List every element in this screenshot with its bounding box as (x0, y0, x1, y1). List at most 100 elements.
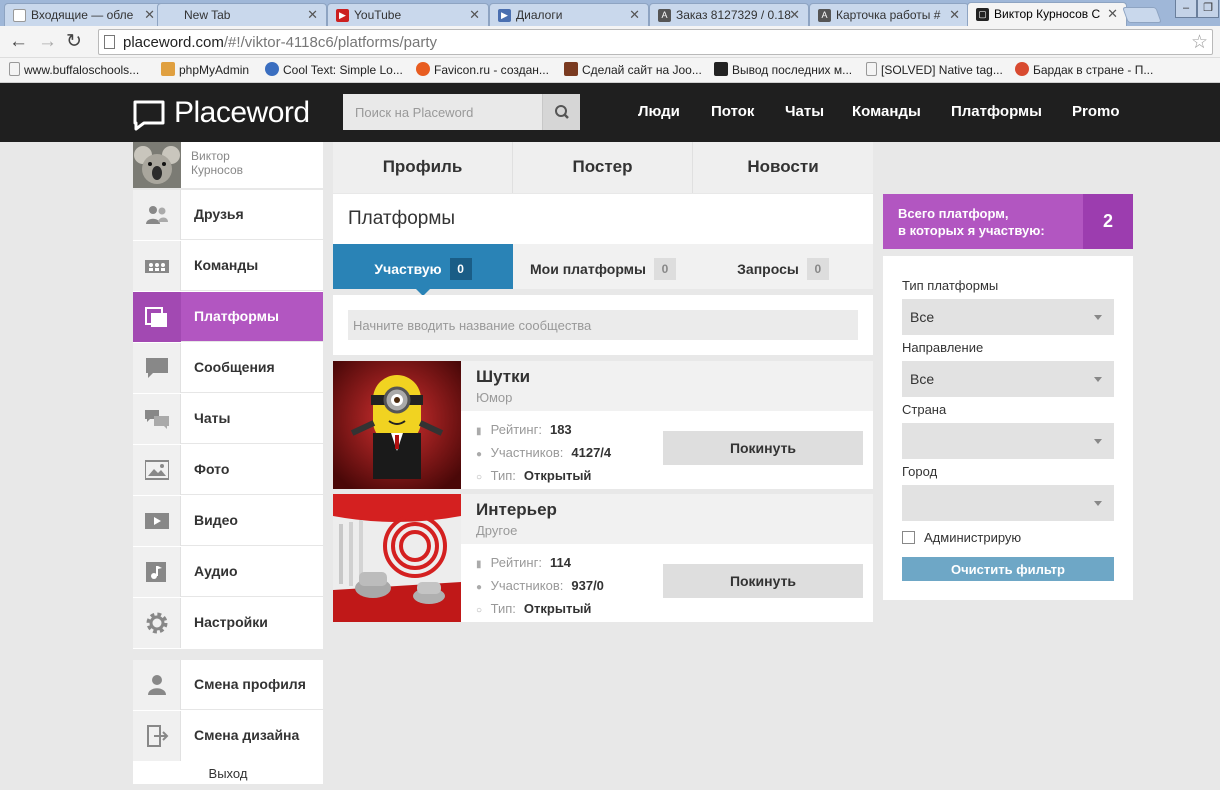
tab-participating[interactable]: Участвую 0 (333, 244, 513, 296)
nav-promo[interactable]: Promo (1072, 103, 1120, 120)
browser-tab-active[interactable]: ▢ Виктор Курносов С ✕ (967, 2, 1127, 26)
tab-my-platforms[interactable]: Мои платформы 0 (513, 244, 693, 289)
minimize-button[interactable]: – (1175, 0, 1197, 18)
close-icon[interactable]: ✕ (307, 7, 318, 23)
new-tab-button[interactable] (1122, 7, 1162, 23)
sidebar-item-friends[interactable]: Друзья (133, 190, 323, 240)
restore-button[interactable]: ❐ (1197, 0, 1219, 18)
rating-label: Рейтинг: (490, 555, 542, 570)
minion-image (333, 361, 461, 489)
sidebar-item-label: Аудио (194, 563, 238, 579)
close-icon[interactable]: ✕ (144, 7, 155, 23)
nav-chats[interactable]: Чаты (785, 103, 824, 120)
admin-checkbox-row[interactable]: Администрирую (902, 530, 1021, 545)
members-label: Участников: (490, 578, 564, 593)
url-path: /#!/viktor-4118c6/platforms/party (223, 34, 438, 51)
site-header: Placeword Люди Поток Чаты Команды Платфо… (0, 83, 1220, 142)
bookmark-item[interactable]: Favicon.ru - создан... (416, 62, 549, 77)
logout-link[interactable]: Выход (133, 762, 323, 784)
joomla-icon (1015, 62, 1029, 76)
browser-tab[interactable]: ▶ YouTube ✕ (327, 3, 489, 26)
platform-name[interactable]: Шутки (476, 367, 530, 387)
browser-tab[interactable]: A Заказ 8127329 / 0.18 ✕ (649, 3, 809, 26)
clear-filter-button[interactable]: Очистить фильтр (902, 557, 1114, 581)
bookmark-star-icon[interactable]: ☆ (1191, 31, 1208, 54)
browser-tab[interactable]: ▶ Диалоги ✕ (489, 3, 649, 26)
tab-title: New Tab (184, 8, 231, 22)
sidebar-item-teams[interactable]: Команды (133, 241, 323, 291)
bookmark-item[interactable]: www.buffaloschools... (9, 62, 139, 77)
tab-requests[interactable]: Запросы 0 (693, 244, 873, 289)
bookmark-item[interactable]: Вывод последних м... (714, 62, 852, 77)
sidebar-item-platforms[interactable]: Платформы (133, 292, 323, 342)
sidebar-item-audio[interactable]: Аудио (133, 547, 323, 597)
city-select[interactable] (902, 485, 1114, 521)
community-search-input[interactable] (348, 310, 858, 340)
bookmark-item[interactable]: Cool Text: Simple Lo... (265, 62, 403, 77)
sidebar-item-chats[interactable]: Чаты (133, 394, 323, 444)
bookmark-item[interactable]: [SOLVED] Native tag... (866, 62, 1003, 77)
close-icon[interactable]: ✕ (949, 7, 960, 23)
bookmark-item[interactable]: Сделай сайт на Joo... (564, 62, 702, 77)
close-icon[interactable]: ✕ (1107, 6, 1118, 22)
page-icon (9, 62, 20, 76)
bookmark-label: phpMyAdmin (179, 63, 250, 77)
browser-tab[interactable]: A Карточка работы # ✕ (809, 3, 969, 26)
platform-thumbnail[interactable] (333, 494, 461, 622)
browser-tab[interactable]: New Tab ✕ (157, 3, 327, 26)
bookmark-label: [SOLVED] Native tag... (881, 63, 1003, 77)
browser-tab[interactable]: Входящие — обле ✕ (4, 3, 164, 26)
platform-rating: ▮ Рейтинг: 183 (476, 422, 572, 437)
avatar[interactable] (133, 142, 181, 188)
sidebar-menu: Друзья Команды Платформы Сообщения Чаты … (133, 190, 323, 649)
platform-card: Шутки Юмор ▮ Рейтинг: 183 ● Участников: 41… (333, 361, 873, 489)
tab-profile[interactable]: Профиль (333, 142, 513, 193)
close-icon[interactable]: ✕ (629, 7, 640, 23)
profile-name[interactable]: Виктор Курносов (191, 149, 311, 177)
nav-platforms[interactable]: Платформы (951, 103, 1042, 120)
url-field[interactable]: placeword.com/#!/viktor-4118c6/platforms… (98, 29, 1213, 55)
chevron-down-icon (1094, 439, 1102, 448)
admin-checkbox[interactable] (902, 531, 915, 544)
tab-news[interactable]: Новости (693, 142, 873, 193)
sidebar-item-messages[interactable]: Сообщения (133, 343, 323, 393)
city-label: Город (902, 464, 938, 479)
platform-name[interactable]: Интерьер (476, 500, 557, 520)
nav-stream[interactable]: Поток (711, 103, 754, 120)
leave-button[interactable]: Покинуть (663, 431, 863, 465)
bookmark-item[interactable]: phpMyAdmin (161, 62, 249, 77)
sidebar-item-photo[interactable]: Фото (133, 445, 323, 495)
profile-header[interactable]: Виктор Курносов (133, 142, 323, 188)
search-button[interactable] (542, 94, 580, 130)
bookmark-label: Сделай сайт на Joo... (582, 63, 702, 77)
platform-type-select[interactable]: Все (902, 299, 1114, 335)
shield-icon: ○ (476, 605, 483, 616)
tab-poster[interactable]: Постер (513, 142, 693, 193)
forward-arrow-icon[interactable]: → (38, 31, 57, 53)
count-badge: 0 (654, 258, 676, 280)
tab-title: Входящие — обле (31, 8, 134, 22)
back-arrow-icon[interactable]: ← (9, 31, 28, 53)
leave-button[interactable]: Покинуть (663, 564, 863, 598)
direction-select[interactable]: Все (902, 361, 1114, 397)
close-icon[interactable]: ✕ (469, 7, 480, 23)
search-input[interactable] (343, 94, 542, 130)
dialogs-icon: ▶ (498, 9, 511, 22)
video-icon (145, 513, 169, 529)
sidebar-item-video[interactable]: Видео (133, 496, 323, 546)
sidebar-item-switch-profile[interactable]: Смена профиля (133, 660, 323, 710)
nav-people[interactable]: Люди (638, 103, 680, 120)
platform-thumbnail[interactable] (333, 361, 461, 489)
tab-title: Заказ 8127329 / 0.18 (676, 8, 791, 22)
type-value: Открытый (523, 468, 592, 483)
sidebar-item-settings[interactable]: Настройки (133, 598, 323, 648)
address-bar: ← → ↻ placeword.com/#!/viktor-4118c6/pla… (0, 26, 1220, 58)
country-select[interactable] (902, 423, 1114, 459)
tab-label: Мои платформы (530, 261, 646, 277)
nav-teams[interactable]: Команды (852, 103, 921, 120)
close-icon[interactable]: ✕ (789, 7, 800, 23)
interior-image (333, 494, 461, 622)
reload-icon[interactable]: ↻ (66, 31, 82, 53)
bookmark-item[interactable]: Бардак в стране - П... (1015, 62, 1153, 77)
sidebar-item-switch-design[interactable]: Смена дизайна (133, 711, 323, 761)
